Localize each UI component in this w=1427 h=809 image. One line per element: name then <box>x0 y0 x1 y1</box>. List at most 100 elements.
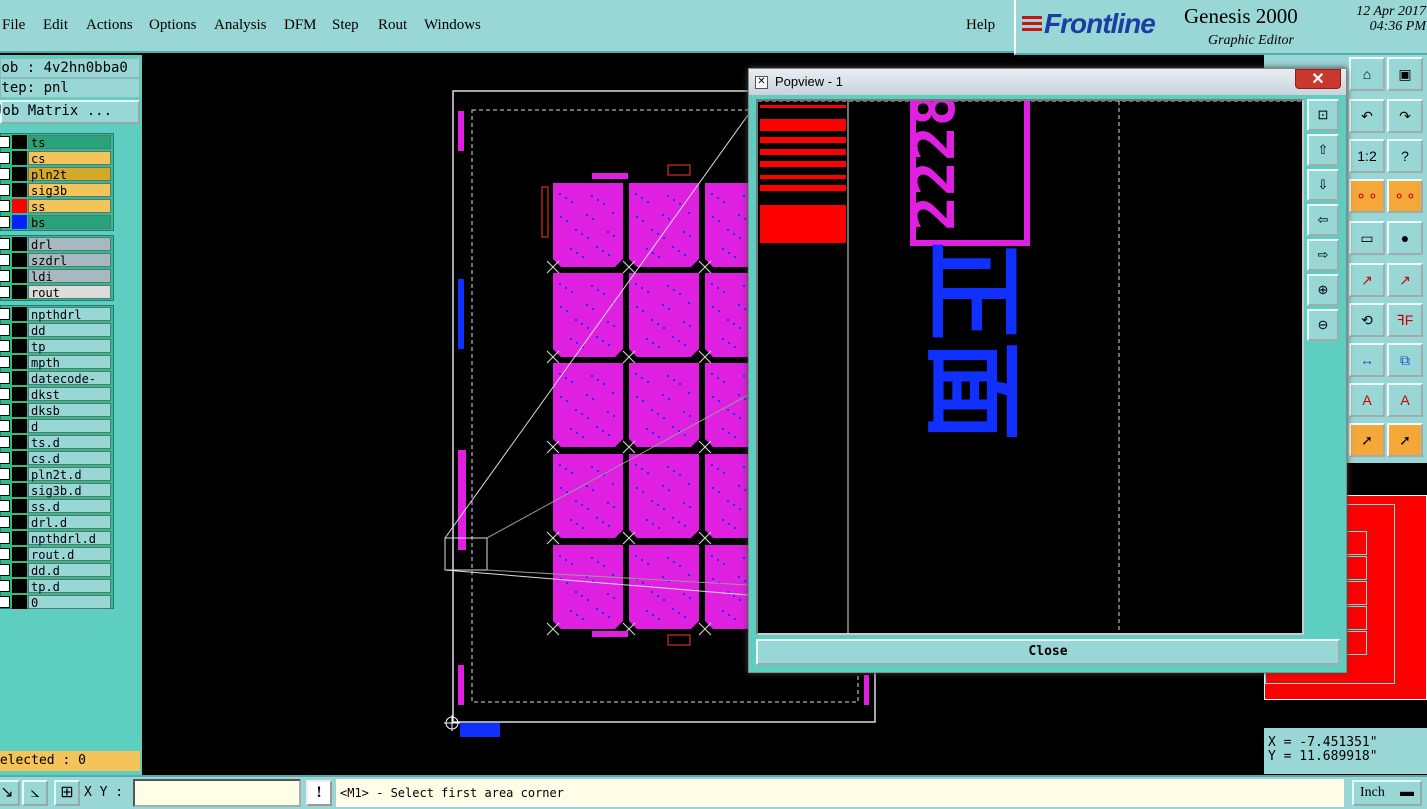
menu-actions[interactable]: Actions <box>86 17 133 34</box>
layer-color-swatch[interactable] <box>12 435 27 449</box>
layer-row[interactable]: dksb <box>0 402 113 418</box>
layer-row[interactable]: dkst <box>0 386 113 402</box>
layer-color-swatch[interactable] <box>12 323 27 337</box>
layer-row[interactable]: cs.d <box>0 450 113 466</box>
layer-checkbox[interactable] <box>0 420 10 432</box>
layer-name[interactable]: szdrl <box>28 253 111 268</box>
layer-row[interactable]: pln2t.d <box>0 466 113 482</box>
menu-dfm[interactable]: DFM <box>284 17 317 34</box>
pan-right-icon[interactable]: ⇨ <box>1307 239 1339 271</box>
text-a2-icon[interactable]: A <box>1387 383 1423 417</box>
layer-checkbox[interactable] <box>0 484 10 496</box>
popview-canvas[interactable]: 2228P 正面 <box>756 99 1304 635</box>
layer-row[interactable]: sig3b <box>0 182 113 198</box>
layer-color-swatch[interactable] <box>12 355 27 369</box>
layer-color-swatch[interactable] <box>12 419 27 433</box>
job-matrix-button[interactable]: Job Matrix ... <box>0 100 140 124</box>
layer-name[interactable]: dd.d <box>28 563 111 578</box>
alert-icon[interactable]: ! <box>306 780 332 806</box>
layer-checkbox[interactable] <box>0 356 10 368</box>
layer-name[interactable]: bs <box>28 215 111 230</box>
layer-name[interactable]: pln2t <box>28 167 111 182</box>
layer-row[interactable]: rout <box>0 284 113 300</box>
layer-color-swatch[interactable] <box>12 483 27 497</box>
layer-checkbox[interactable] <box>0 216 10 228</box>
layer-checkbox[interactable] <box>0 168 10 180</box>
copy-icon[interactable]: ⧉ <box>1387 343 1423 377</box>
layer-row[interactable]: tp.d <box>0 578 113 594</box>
layer-color-swatch[interactable] <box>12 135 27 149</box>
layer-name[interactable]: datecode-ts <box>28 371 111 400</box>
layer-checkbox[interactable] <box>0 564 10 576</box>
layer-row[interactable]: tp <box>0 338 113 354</box>
layer-compare2-icon[interactable]: ⚬⚬ <box>1387 179 1423 213</box>
layer-checkbox[interactable] <box>0 548 10 560</box>
layer-row[interactable]: dd <box>0 322 113 338</box>
layer-name[interactable]: d <box>28 419 111 434</box>
snap-icon[interactable]: ↗ <box>1349 263 1385 297</box>
menu-step[interactable]: Step <box>332 17 359 34</box>
layer-row[interactable]: npthdrl.d <box>0 530 113 546</box>
layer-color-swatch[interactable] <box>12 595 27 609</box>
layer-color-swatch[interactable] <box>12 285 27 299</box>
layer-color-swatch[interactable] <box>12 403 27 417</box>
layer-row[interactable]: dd.d <box>0 562 113 578</box>
ruler-icon[interactable]: ▭ <box>1349 221 1385 255</box>
menu-edit[interactable]: Edit <box>43 17 68 34</box>
grid-icon[interactable]: ⊞ <box>54 780 80 806</box>
layer-checkbox[interactable] <box>0 372 10 384</box>
layer-checkbox[interactable] <box>0 200 10 212</box>
layer-checkbox[interactable] <box>0 324 10 336</box>
xy-input[interactable] <box>133 779 301 807</box>
layer-color-swatch[interactable] <box>12 515 27 529</box>
home-icon[interactable]: ⌂ <box>1349 57 1385 91</box>
layer-checkbox[interactable] <box>0 238 10 250</box>
layer-row[interactable]: drl <box>0 236 113 252</box>
layer-row[interactable]: szdrl <box>0 252 113 268</box>
redo-icon[interactable]: ↷ <box>1387 99 1423 133</box>
layer-row[interactable]: sig3b.d <box>0 482 113 498</box>
layer-checkbox[interactable] <box>0 184 10 196</box>
layer-checkbox[interactable] <box>0 516 10 528</box>
layer-row[interactable]: drl.d <box>0 514 113 530</box>
zoom-out-icon[interactable]: ⊖ <box>1307 309 1339 341</box>
layer-row[interactable]: rout.d <box>0 546 113 562</box>
layer-name[interactable]: npthdrl.d <box>28 531 111 546</box>
scale-icon[interactable]: 1:2 <box>1349 139 1385 173</box>
pan-left-icon[interactable]: ⇦ <box>1307 204 1339 236</box>
layer-name[interactable]: rout.d <box>28 547 111 562</box>
layer-name[interactable]: ss <box>28 199 111 214</box>
layer-name[interactable]: ts.d <box>28 435 111 450</box>
layer-checkbox[interactable] <box>0 580 10 592</box>
help-icon[interactable]: ? <box>1387 139 1423 173</box>
layer-name[interactable]: cs <box>28 151 111 166</box>
select2-icon[interactable]: ➚ <box>1387 423 1423 457</box>
layer-name[interactable]: tp <box>28 339 111 354</box>
undo-icon[interactable]: ↶ <box>1349 99 1385 133</box>
layer-row[interactable]: bs <box>0 214 113 230</box>
layer-checkbox[interactable] <box>0 596 10 608</box>
layer-checkbox[interactable] <box>0 136 10 148</box>
menu-analysis[interactable]: Analysis <box>214 17 267 34</box>
layer-row[interactable]: npthdrl <box>0 306 113 322</box>
layer-name[interactable]: dksb <box>28 403 111 418</box>
layer-color-swatch[interactable] <box>12 563 27 577</box>
layer-color-swatch[interactable] <box>12 199 27 213</box>
layer-name[interactable]: sig3b.d <box>28 483 111 498</box>
layer-checkbox[interactable] <box>0 468 10 480</box>
layer-checkbox[interactable] <box>0 452 10 464</box>
layer-name[interactable]: mpth <box>28 355 111 370</box>
layer-name[interactable]: tp.d <box>28 579 111 594</box>
layer-name[interactable]: 0 <box>28 595 111 610</box>
rotate-icon[interactable]: ⟲ <box>1349 303 1385 337</box>
text-a-icon[interactable]: A <box>1349 383 1385 417</box>
layer-row[interactable]: d <box>0 418 113 434</box>
layer-row[interactable]: mpth <box>0 354 113 370</box>
layer-color-swatch[interactable] <box>12 371 27 385</box>
dot-icon[interactable]: ● <box>1387 221 1423 255</box>
layer-row[interactable]: datecode-ts <box>0 370 113 400</box>
layer-checkbox[interactable] <box>0 388 10 400</box>
layer-color-swatch[interactable] <box>12 499 27 513</box>
menu-options[interactable]: Options <box>149 17 197 34</box>
layer-name[interactable]: dd <box>28 323 111 338</box>
